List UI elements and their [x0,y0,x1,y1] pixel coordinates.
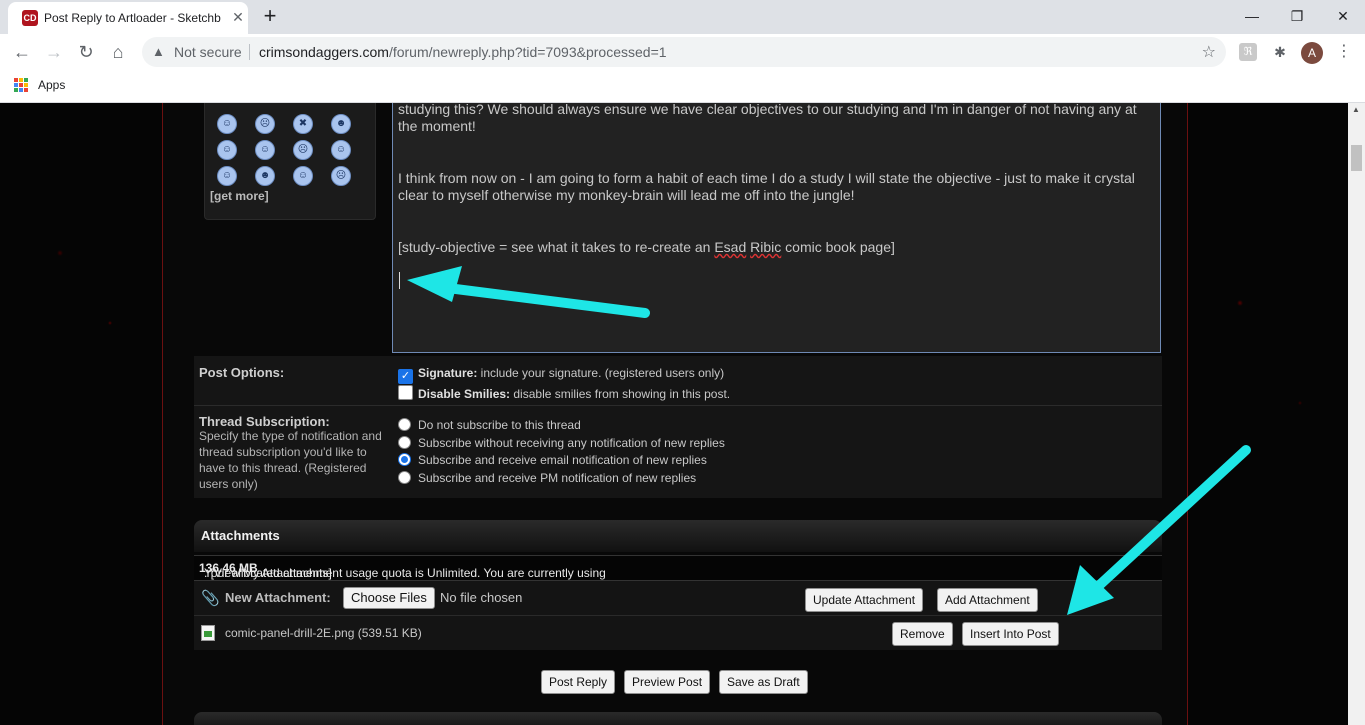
arrow-to-insert-button [1067,445,1251,615]
arrow-to-caret [407,266,650,318]
annotation-arrows [407,266,1251,615]
